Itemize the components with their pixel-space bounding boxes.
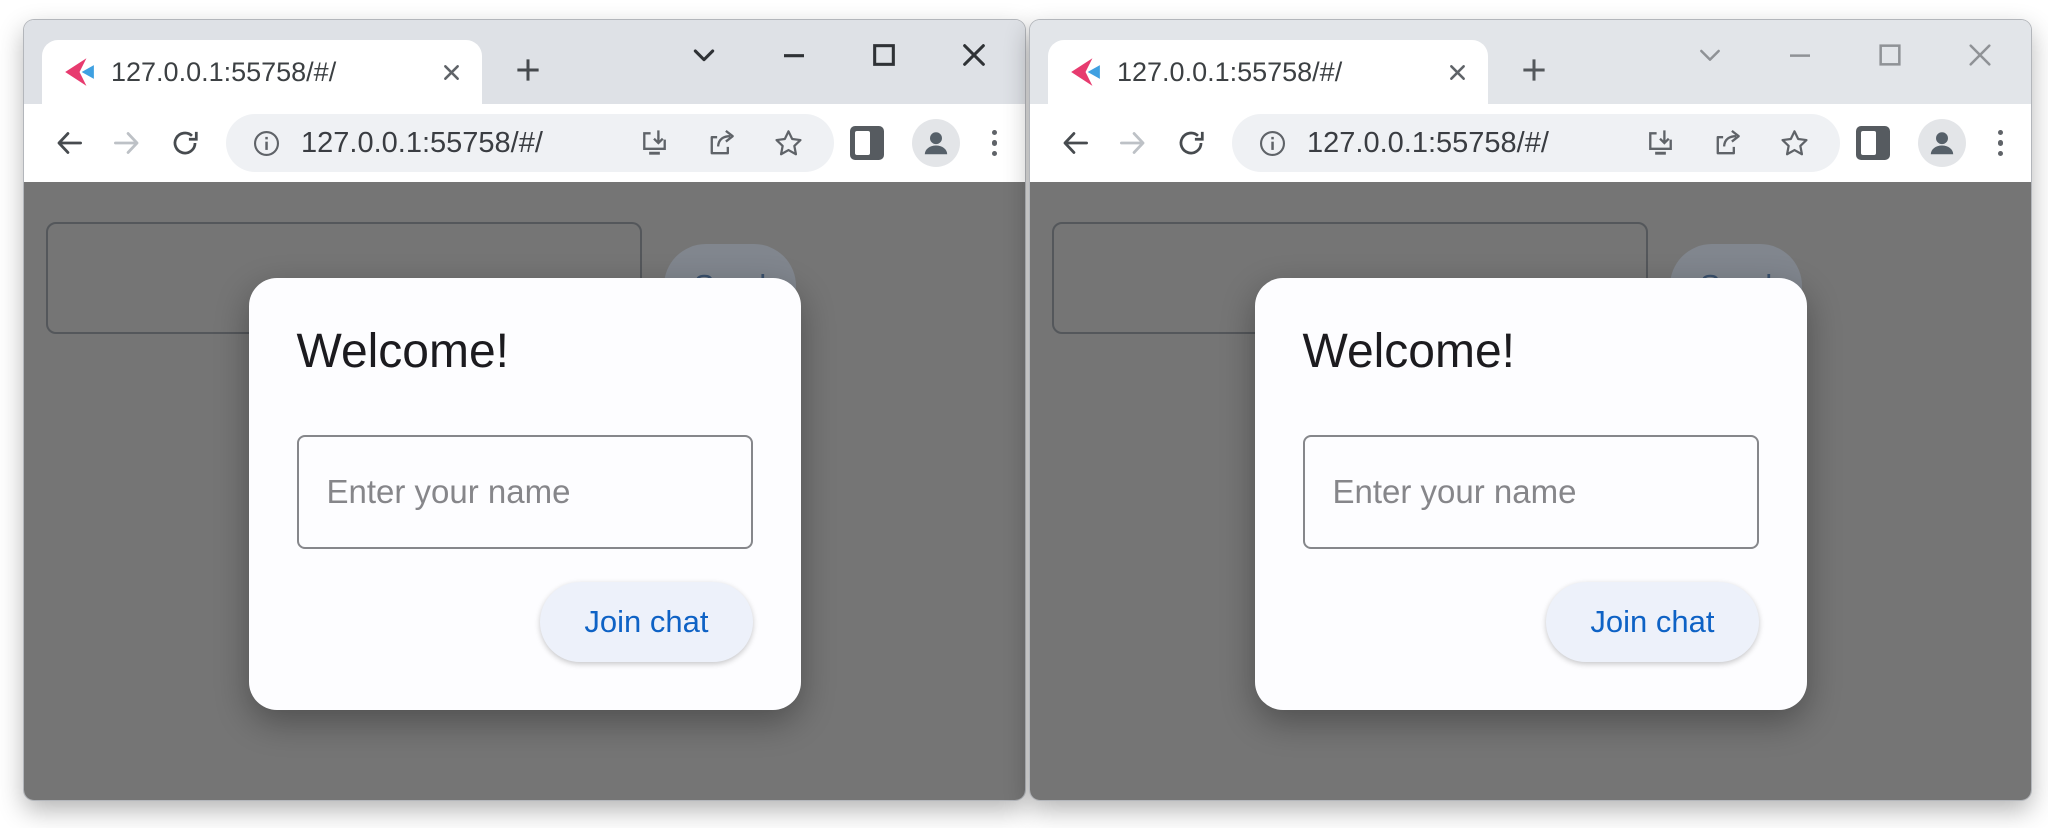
tab-title: 127.0.0.1:55758/#/	[111, 57, 421, 88]
forward-icon[interactable]	[98, 114, 156, 172]
new-tab-icon[interactable]	[504, 46, 552, 94]
dialog-title: Welcome!	[297, 324, 753, 379]
site-favicon-icon	[1068, 55, 1102, 89]
back-icon[interactable]	[40, 114, 98, 172]
site-favicon-icon	[62, 55, 96, 89]
close-icon[interactable]	[1963, 38, 1997, 72]
url-text[interactable]: 127.0.0.1:55758/#/	[1307, 127, 1625, 160]
minimize-icon[interactable]	[777, 38, 811, 72]
bookmark-star-icon[interactable]	[771, 126, 806, 161]
install-app-icon[interactable]	[637, 126, 672, 161]
tab-title: 127.0.0.1:55758/#/	[1117, 57, 1427, 88]
person-icon	[1926, 127, 1958, 159]
browser-toolbar: 127.0.0.1:55758/#/	[1030, 104, 2031, 182]
dialog-title: Welcome!	[1303, 324, 1759, 379]
reload-icon[interactable]	[1162, 114, 1220, 172]
install-app-icon[interactable]	[1643, 126, 1678, 161]
reload-icon[interactable]	[156, 114, 214, 172]
window-controls	[1693, 38, 1997, 72]
tab-close-icon[interactable]	[1442, 57, 1472, 87]
new-tab-icon[interactable]	[1510, 46, 1558, 94]
name-input[interactable]	[1303, 435, 1759, 549]
browser-window-right: 127.0.0.1:55758/#/	[1030, 20, 2031, 800]
person-icon	[920, 127, 952, 159]
browser-tab[interactable]: 127.0.0.1:55758/#/	[1048, 40, 1488, 104]
welcome-dialog: Welcome! Join chat	[1255, 278, 1807, 710]
dialog-actions: Join chat	[1303, 582, 1759, 662]
tab-search-chevron-icon[interactable]	[1693, 38, 1727, 72]
toolbar-right-actions	[846, 119, 1010, 167]
menu-kebab-icon[interactable]	[1994, 126, 2008, 161]
omnibox-actions	[637, 126, 810, 161]
share-icon[interactable]	[704, 126, 739, 161]
address-bar[interactable]: 127.0.0.1:55758/#/	[1232, 114, 1840, 172]
site-info-icon[interactable]	[250, 127, 283, 160]
maximize-icon[interactable]	[867, 38, 901, 72]
browser-toolbar: 127.0.0.1:55758/#/	[24, 104, 1025, 182]
profile-avatar[interactable]	[912, 119, 960, 167]
tab-close-icon[interactable]	[436, 57, 466, 87]
site-info-icon[interactable]	[1256, 127, 1289, 160]
join-chat-button[interactable]: Join chat	[1546, 582, 1758, 662]
address-bar[interactable]: 127.0.0.1:55758/#/	[226, 114, 834, 172]
name-input[interactable]	[297, 435, 753, 549]
browser-tab[interactable]: 127.0.0.1:55758/#/	[42, 40, 482, 104]
url-text[interactable]: 127.0.0.1:55758/#/	[301, 127, 619, 160]
forward-icon[interactable]	[1104, 114, 1162, 172]
tab-search-chevron-icon[interactable]	[687, 38, 721, 72]
bookmark-star-icon[interactable]	[1777, 126, 1812, 161]
share-icon[interactable]	[1710, 126, 1745, 161]
tab-strip: 127.0.0.1:55758/#/	[24, 20, 1025, 104]
tab-strip: 127.0.0.1:55758/#/	[1030, 20, 2031, 104]
side-panel-icon[interactable]	[850, 126, 884, 160]
omnibox-actions	[1643, 126, 1816, 161]
page-content: Send Welcome! Join chat	[24, 182, 1025, 800]
window-controls	[687, 38, 991, 72]
browser-window-left: 127.0.0.1:55758/#/	[24, 20, 1025, 800]
toolbar-right-actions	[1852, 119, 2016, 167]
minimize-icon[interactable]	[1783, 38, 1817, 72]
profile-avatar[interactable]	[1918, 119, 1966, 167]
dialog-actions: Join chat	[297, 582, 753, 662]
page-content: Send Welcome! Join chat	[1030, 182, 2031, 800]
back-icon[interactable]	[1046, 114, 1104, 172]
close-icon[interactable]	[957, 38, 991, 72]
join-chat-button[interactable]: Join chat	[540, 582, 752, 662]
welcome-dialog: Welcome! Join chat	[249, 278, 801, 710]
menu-kebab-icon[interactable]	[988, 126, 1002, 161]
maximize-icon[interactable]	[1873, 38, 1907, 72]
side-panel-icon[interactable]	[1856, 126, 1890, 160]
